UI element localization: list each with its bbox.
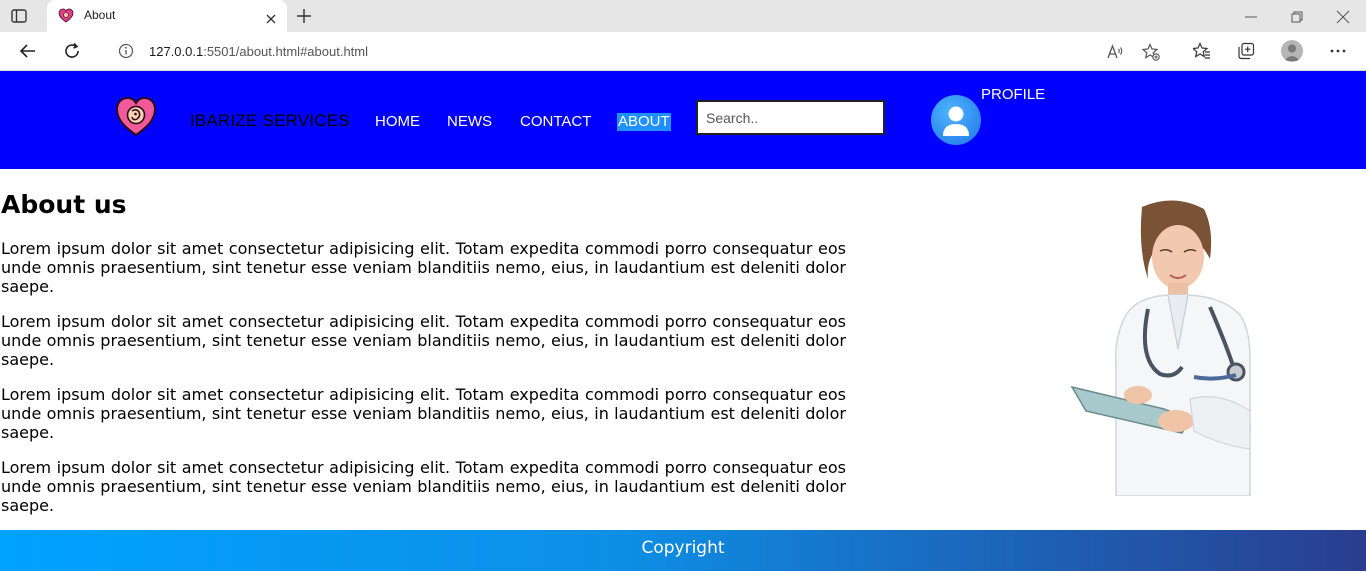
reload-icon[interactable] — [63, 42, 81, 60]
favorites-icon[interactable] — [1191, 42, 1211, 60]
add-favorite-icon[interactable] — [1141, 43, 1160, 61]
nav-news[interactable]: NEWS — [447, 113, 492, 131]
user-avatar-icon[interactable] — [931, 95, 981, 145]
about-paragraph: Lorem ipsum dolor sit amet consectetur a… — [1, 312, 846, 369]
window-close-icon[interactable] — [1336, 9, 1350, 24]
address-bar: 127.0.0.1:5501/about.html#about.html — [0, 32, 1366, 71]
page-title: About us — [1, 190, 127, 219]
site-header: IBARIZE SERVICES HOME NEWS CONTACT ABOUT… — [0, 71, 1366, 169]
heart-logo-icon[interactable] — [114, 95, 158, 139]
heart-logo-icon — [58, 8, 74, 24]
plus-icon[interactable] — [296, 8, 312, 24]
collections-icon[interactable] — [1237, 42, 1255, 60]
restore-icon[interactable] — [1290, 9, 1304, 23]
about-paragraph: Lorem ipsum dolor sit amet consectetur a… — [1, 385, 846, 442]
about-paragraph: Lorem ipsum dolor sit amet consectetur a… — [1, 239, 846, 296]
nav-about[interactable]: ABOUT — [617, 113, 671, 131]
site-footer: Copyright — [0, 530, 1366, 571]
profile-link[interactable]: PROFILE — [981, 86, 1045, 103]
close-icon[interactable] — [265, 10, 277, 24]
nav-home[interactable]: HOME — [375, 113, 420, 131]
read-aloud-icon[interactable] — [1106, 43, 1124, 61]
url-text[interactable]: 127.0.0.1:5501/about.html#about.html — [149, 44, 368, 59]
nav-contact[interactable]: CONTACT — [520, 113, 591, 131]
url-host: 127.0.0.1 — [149, 44, 204, 59]
url-field[interactable]: 127.0.0.1:5501/about.html#about.html — [100, 36, 1174, 66]
brand-name[interactable]: IBARIZE SERVICES — [190, 111, 350, 131]
url-path: :5501/about.html#about.html — [203, 44, 368, 59]
nurse-photo — [1064, 199, 1286, 497]
search-input[interactable] — [696, 100, 885, 135]
more-icon[interactable] — [1329, 42, 1347, 60]
tab-actions-icon[interactable] — [10, 7, 28, 25]
minimize-icon[interactable] — [1244, 9, 1258, 23]
about-paragraph: Lorem ipsum dolor sit amet consectetur a… — [1, 458, 846, 515]
profile-icon[interactable] — [1281, 40, 1303, 62]
back-arrow-icon[interactable] — [19, 42, 37, 60]
tab-title: About — [84, 8, 116, 22]
copyright-text: Copyright — [641, 538, 725, 558]
browser-tab[interactable]: About — [47, 0, 287, 32]
browser-tab-bar: About — [0, 0, 1366, 32]
about-section: About us Lorem ipsum dolor sit amet cons… — [0, 169, 1366, 530]
info-icon[interactable] — [118, 43, 134, 59]
